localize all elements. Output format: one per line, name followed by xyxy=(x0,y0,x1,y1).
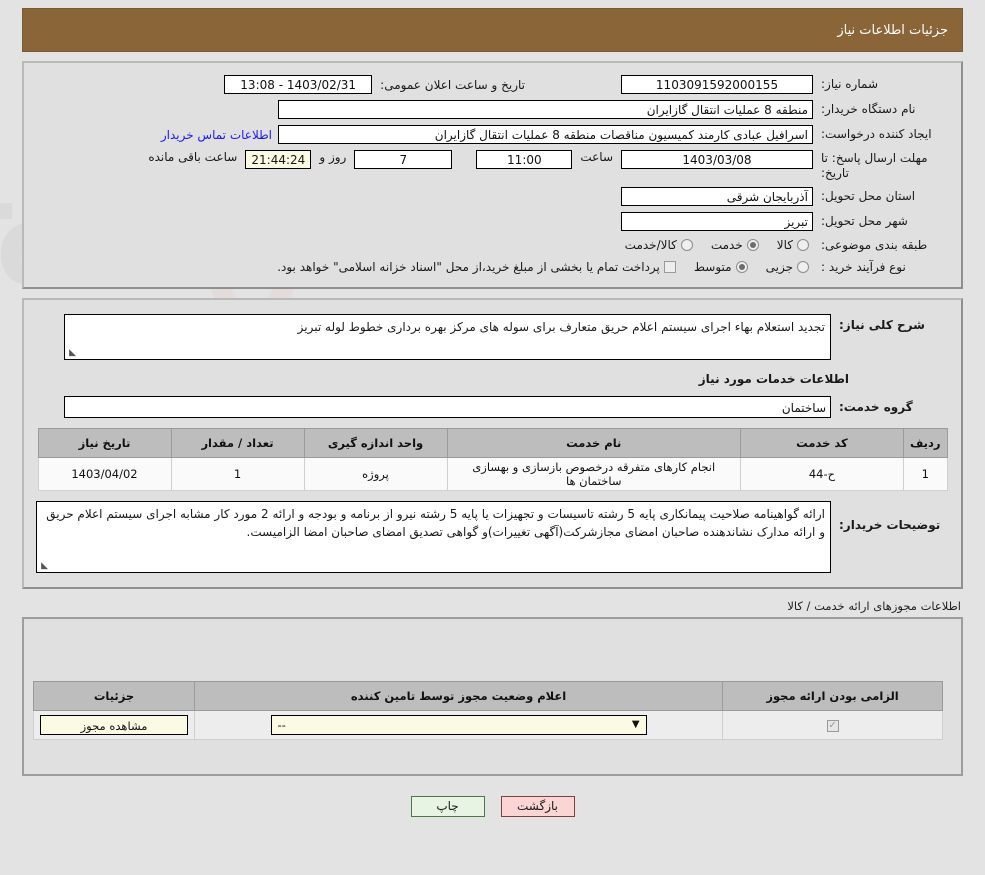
need-number-value: 1103091592000155 xyxy=(621,75,813,94)
need-description-panel: شرح کلی نیاز: تجدید استعلام بهاء اجرای س… xyxy=(22,298,963,590)
buyer-contact-link[interactable]: اطلاعات تماس خریدار xyxy=(155,128,278,142)
cell-need-date: 1403/04/02 xyxy=(37,457,172,492)
footer-actions: بازگشت چاپ xyxy=(0,796,985,818)
page-title: جزئیات اطلاعات نیاز xyxy=(837,22,948,38)
row-subject-category: طبقه بندی موضوعی: کالا خدمت کالا/خدمت xyxy=(36,237,949,253)
public-announce-label: تاریخ و ساعت اعلان عمومی: xyxy=(380,77,525,92)
licenses-table: الزامی بودن ارائه مجوز اعلام وضعیت مجوز … xyxy=(33,681,943,741)
process-label: نوع فرآیند خرید : xyxy=(821,260,906,275)
back-button[interactable]: بازگشت xyxy=(500,796,575,818)
radio-process-jozii-label: جزیی xyxy=(765,260,793,275)
public-announce-value: 1403/02/31 - 13:08 xyxy=(224,75,373,94)
city-label: شهر محل تحویل: xyxy=(821,214,908,229)
treasury-bond-label: پرداخت تمام یا بخشی از مبلغ خرید،از محل … xyxy=(277,260,660,275)
radio-category-kala-khedmat[interactable] xyxy=(680,239,693,252)
buyer-notes-label: توضیحات خریدار: xyxy=(839,518,941,533)
licenses-table-wrap: الزامی بودن ارائه مجوز اعلام وضعیت مجوز … xyxy=(33,681,943,741)
resize-grip-icon-notes: ◣ xyxy=(41,561,48,572)
licenses-section-label: اطلاعات مجوزهای ارائه خدمت / کالا xyxy=(787,599,961,614)
services-table: ردیف کد خدمت نام خدمت واحد اندازه گیری ت… xyxy=(37,428,948,492)
radio-category-khedmat-label: خدمت xyxy=(710,238,743,253)
services-table-wrap: ردیف کد خدمت نام خدمت واحد اندازه گیری ت… xyxy=(36,428,949,492)
table-row: -- ▼ مشاهده مجوز xyxy=(33,710,943,741)
countdown-label: ساعت باقی مانده xyxy=(148,150,238,164)
th-row-index: ردیف xyxy=(902,428,948,459)
cell-quantity: 1 xyxy=(170,457,305,492)
row-need-number: شماره نیاز: 1103091592000155 تاریخ و ساع… xyxy=(36,75,949,94)
province-value: آذربایجان شرقی xyxy=(621,187,813,206)
cell-row-index: 1 xyxy=(902,457,948,492)
license-required-checkbox xyxy=(826,719,839,732)
radio-process-motevaset[interactable] xyxy=(735,261,748,274)
deadline-time-value: 11:00 xyxy=(476,150,573,169)
licenses-panel: الزامی بودن ارائه مجوز اعلام وضعیت مجوز … xyxy=(22,617,963,777)
licenses-header-row: الزامی بودن ارائه مجوز اعلام وضعیت مجوز … xyxy=(33,681,943,712)
print-button[interactable]: چاپ xyxy=(410,796,485,818)
th-license-required: الزامی بودن ارائه مجوز xyxy=(722,681,943,712)
creator-label: ایجاد کننده درخواست: xyxy=(821,127,932,142)
service-group-value: ساختمان xyxy=(64,396,831,419)
creator-value: اسرافیل عبادی کارمند کمیسیون مناقصات منط… xyxy=(278,125,813,144)
row-response-deadline: مهلت ارسال پاسخ: تا تاریخ: 1403/03/08 سا… xyxy=(36,150,949,181)
remaining-days-label: روز و xyxy=(319,150,347,164)
resize-grip-icon: ◣ xyxy=(69,348,76,359)
cell-license-details: مشاهده مجوز xyxy=(33,710,195,741)
chevron-down-icon: ▼ xyxy=(631,719,640,731)
table-row: 1 ح-44 انجام کارهای متفرقه درخصوص بازساز… xyxy=(37,457,948,492)
th-unit: واحد اندازه گیری xyxy=(303,428,448,459)
th-quantity: تعداد / مقدار xyxy=(170,428,305,459)
license-status-value: -- xyxy=(277,718,286,733)
need-number-label: شماره نیاز: xyxy=(821,77,878,92)
row-buyer-notes: توضیحات خریدار: ارائه گواهینامه صلاحیت پ… xyxy=(36,501,949,574)
radio-process-jozii[interactable] xyxy=(797,261,809,274)
province-label: استان محل تحویل: xyxy=(821,189,916,204)
row-buyer-org: نام دستگاه خریدار: منطقه 8 عملیات انتقال… xyxy=(36,100,949,119)
page-header-bar: جزئیات اطلاعات نیاز xyxy=(22,8,963,52)
row-delivery-city: شهر محل تحویل: تبریز xyxy=(36,212,949,231)
cell-license-required xyxy=(722,710,943,741)
row-purchase-process: نوع فرآیند خرید : جزیی متوسط پرداخت تمام… xyxy=(36,259,949,275)
hour-label: ساعت xyxy=(580,150,613,164)
description-label: شرح کلی نیاز: xyxy=(839,318,925,333)
city-value: تبریز xyxy=(621,212,813,231)
deadline-label: مهلت ارسال پاسخ: تا تاریخ: xyxy=(821,151,928,180)
service-group-label: گروه خدمت: xyxy=(839,400,913,415)
buyer-org-value: منطقه 8 عملیات انتقال گازایران xyxy=(278,100,813,119)
row-general-description: شرح کلی نیاز: تجدید استعلام بهاء اجرای س… xyxy=(36,314,949,361)
th-need-date: تاریخ نیاز xyxy=(37,428,172,459)
header-region: جزئیات اطلاعات نیاز xyxy=(0,0,985,52)
services-table-header-row: ردیف کد خدمت نام خدمت واحد اندازه گیری ت… xyxy=(37,428,948,459)
th-service-code: کد خدمت xyxy=(739,428,904,459)
radio-category-kala[interactable] xyxy=(797,239,809,252)
license-status-select[interactable]: -- ▼ xyxy=(270,715,647,736)
buyer-notes-value: ارائه گواهینامه صلاحیت پیمانکاری پایه 5 … xyxy=(46,507,825,540)
category-label: طبقه بندی موضوعی: xyxy=(821,238,928,252)
row-delivery-province: استان محل تحویل: آذربایجان شرقی xyxy=(36,187,949,206)
cell-license-status: -- ▼ xyxy=(193,710,724,741)
treasury-bond-checkbox[interactable] xyxy=(663,261,676,274)
view-license-button[interactable]: مشاهده مجوز xyxy=(40,715,188,736)
countdown-timer: 21:44:24 xyxy=(245,150,312,169)
page-root: جزئیات اطلاعات نیاز شماره نیاز: 11030915… xyxy=(0,0,985,818)
buyer-notes-textarea[interactable]: ارائه گواهینامه صلاحیت پیمانکاری پایه 5 … xyxy=(36,501,831,574)
description-value: تجدید استعلام بهاء اجرای سیستم اعلام حری… xyxy=(297,320,825,335)
th-license-details: جزئیات xyxy=(33,681,195,712)
cell-unit: پروژه xyxy=(303,457,448,492)
need-info-panel: شماره نیاز: 1103091592000155 تاریخ و ساع… xyxy=(22,61,963,290)
row-request-creator: ایجاد کننده درخواست: اسرافیل عبادی کارمن… xyxy=(36,125,949,144)
cell-service-name: انجام کارهای متفرقه درخصوص بازسازی و بهس… xyxy=(446,457,741,492)
th-license-status: اعلام وضعیت مجوز توسط تامین کننده xyxy=(193,681,724,712)
radio-category-khedmat[interactable] xyxy=(746,239,759,252)
th-service-name: نام خدمت xyxy=(446,428,741,459)
buyer-org-label: نام دستگاه خریدار: xyxy=(821,102,916,117)
description-textarea[interactable]: تجدید استعلام بهاء اجرای سیستم اعلام حری… xyxy=(64,314,831,361)
radio-category-kala-khedmat-label: کالا/خدمت xyxy=(624,238,677,253)
row-service-group: گروه خدمت: ساختمان xyxy=(36,396,949,419)
radio-category-kala-label: کالا xyxy=(776,238,793,253)
deadline-date-value: 1403/03/08 xyxy=(621,150,813,169)
remaining-days-value: 7 xyxy=(354,150,453,169)
services-section-heading: اطلاعات خدمات مورد نیاز xyxy=(698,372,849,387)
radio-process-motevaset-label: متوسط xyxy=(693,260,732,275)
cell-service-code: ح-44 xyxy=(739,457,904,492)
